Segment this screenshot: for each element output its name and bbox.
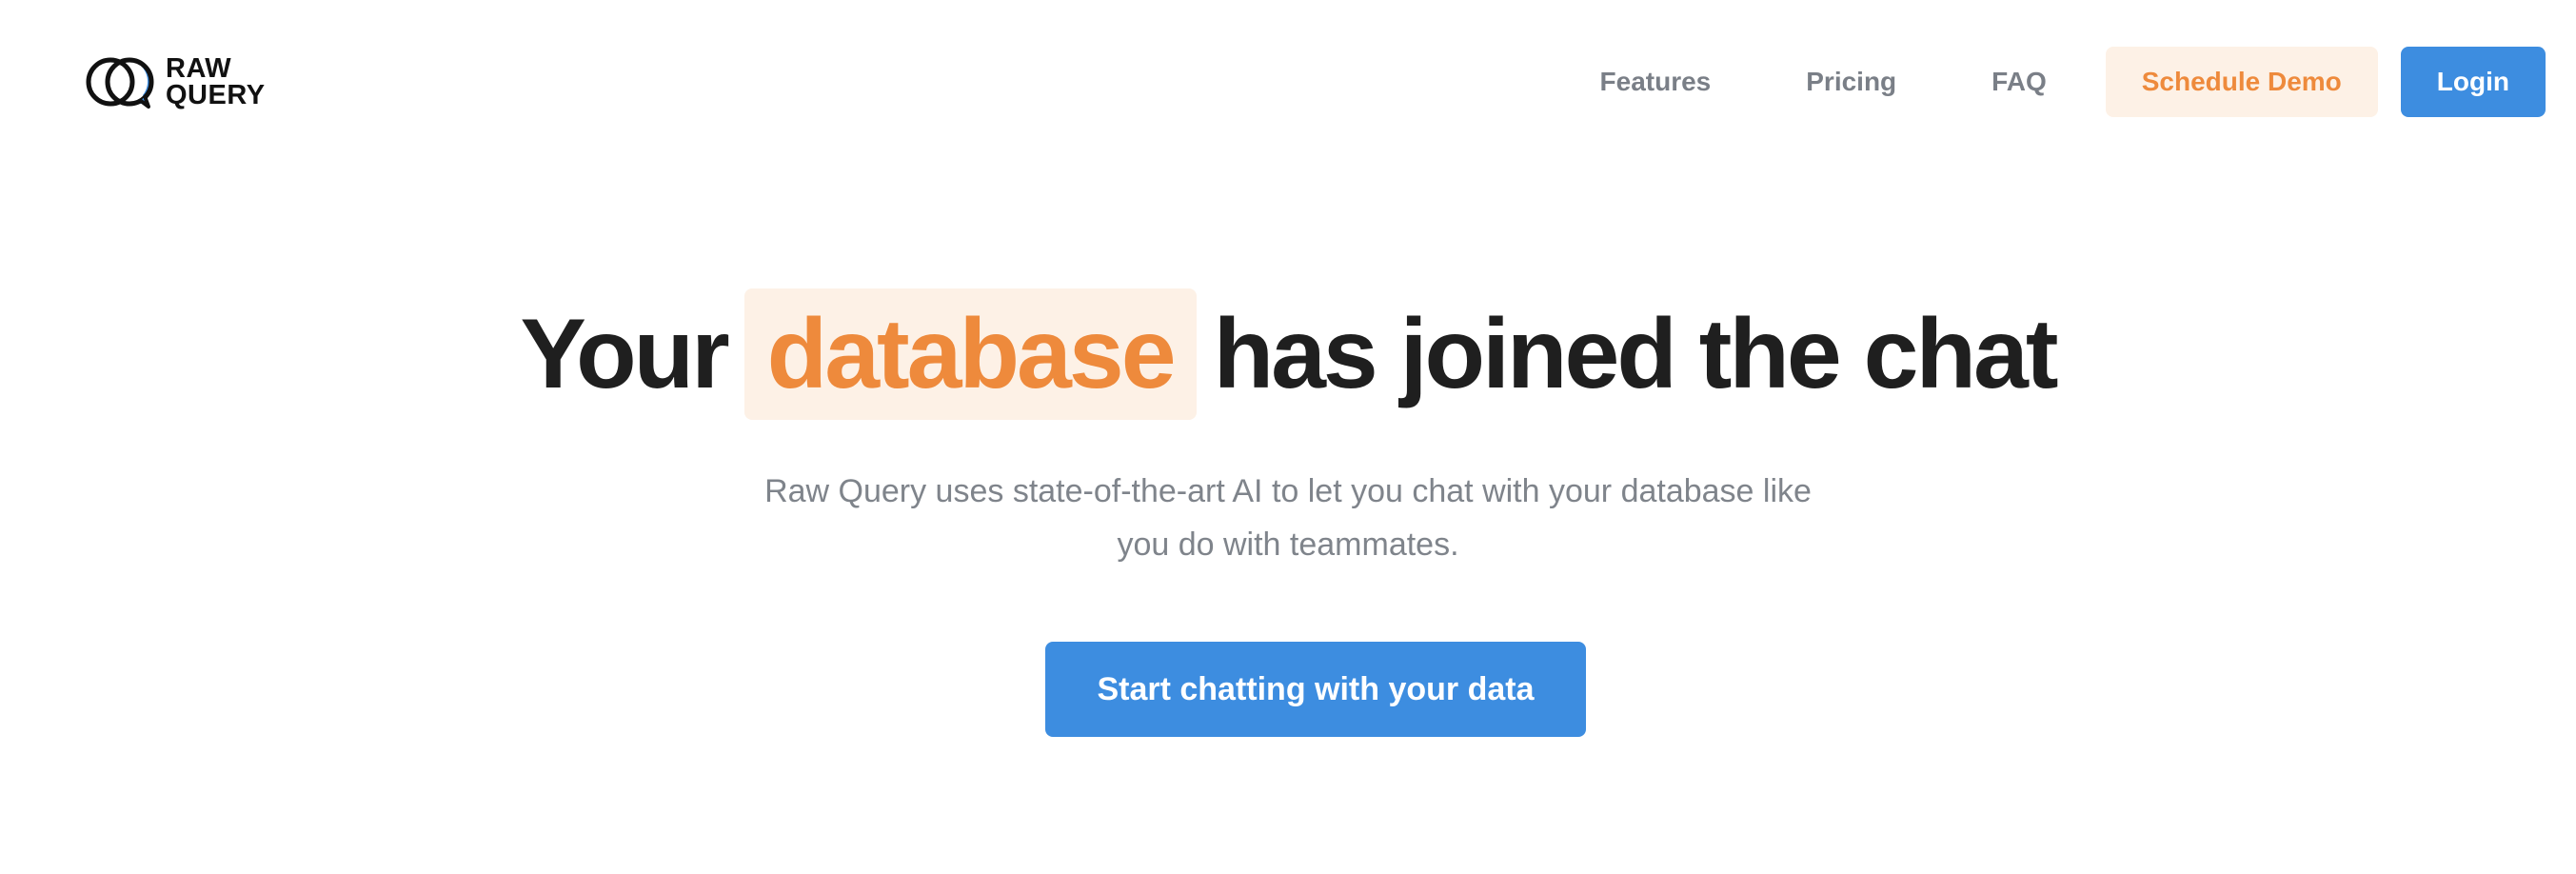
chat-bubbles-icon: [86, 57, 154, 109]
hero-title-start: Your: [520, 299, 729, 409]
hero-subtitle: Raw Query uses state-of-the-art AI to le…: [0, 465, 2576, 571]
site-header: RAW QUERY Features Pricing FAQ Schedule …: [0, 0, 2576, 164]
nav-link-pricing[interactable]: Pricing: [1806, 47, 1896, 117]
main-nav: Features Pricing FAQ Schedule Demo Login: [1600, 47, 2546, 117]
login-button[interactable]: Login: [2400, 47, 2546, 117]
hero-subtitle-line1: Raw Query uses state-of-the-art AI to le…: [764, 473, 1812, 509]
start-chatting-button[interactable]: Start chatting with your data: [1045, 642, 1586, 737]
brand-logo[interactable]: RAW QUERY: [86, 51, 266, 112]
nav-link-faq[interactable]: FAQ: [1991, 47, 2047, 117]
hero-title-end: has joined the chat: [1213, 299, 2059, 409]
hero-title: Your database has joined the chat: [0, 288, 2576, 421]
schedule-demo-button[interactable]: Schedule Demo: [2105, 47, 2378, 117]
hero-title-highlight: database: [743, 288, 1197, 420]
brand-name-line2: QUERY: [166, 80, 266, 110]
nav-link-features[interactable]: Features: [1600, 47, 1712, 117]
brand-name: RAW QUERY: [166, 55, 266, 109]
hero-subtitle-line2: you do with teammates.: [1117, 526, 1459, 563]
brand-name-line1: RAW: [166, 53, 232, 84]
